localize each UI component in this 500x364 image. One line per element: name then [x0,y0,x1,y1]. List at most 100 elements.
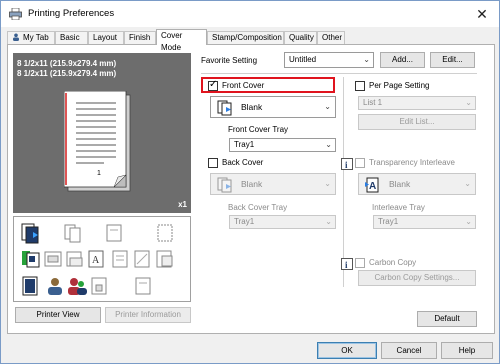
front-cover-type-value: Blank [241,102,263,112]
edit-list-button[interactable]: Edit List... [358,114,476,130]
info-icon: i [341,258,353,270]
carbon-copy-checkbox[interactable] [355,258,365,268]
tab-label: Layout [93,33,118,42]
document-text-icon [135,277,151,295]
add-favorite-button[interactable]: Add... [380,52,425,68]
back-cover-tray-value: Tray1 [234,217,255,226]
preview-size-line2: 8 1/2x11 (215.9x279.4 mm) [17,69,117,78]
interleave-tray-select[interactable]: Tray1 ⌄ [373,215,476,229]
printer-icon [9,8,22,20]
transparency-sheet-icon: A [365,177,379,193]
duplex-icon [64,224,81,243]
transparency-type-select[interactable]: A Blank ⌄ [358,173,476,195]
preview-page-number: 1 [97,170,101,177]
output-tray-icon [66,251,83,267]
front-cover-tray-label: Front Cover Tray [228,125,289,134]
tab-cover-mode[interactable]: Cover Mode [156,29,207,52]
favorite-setting-label: Favorite Setting [201,56,258,65]
front-cover-checkbox[interactable]: ✓ [208,79,218,91]
staple-icon [22,276,38,296]
page-preview: 8 1/2x11 (215.9x279.4 mm) 8 1/2x11 (215.… [13,53,191,213]
stapled-pages-icon [21,223,39,244]
svg-text:A: A [92,255,100,266]
per-page-list-value: List 1 [363,98,383,107]
user-auth-icon [48,278,62,295]
front-cover-label: Front Cover [222,81,265,90]
tab-label: My Tab [23,33,49,42]
printing-preferences-window: Printing Preferences ✕ My Tab Basic Layo… [0,0,500,364]
text-page-icon: A [88,250,104,268]
chevron-down-icon: ⌄ [325,140,332,149]
front-cover-type-select[interactable]: Blank ⌄ [210,96,336,118]
info-icon: i [341,158,353,170]
help-button[interactable]: Help [441,342,493,359]
chevron-down-icon: ⌄ [324,179,331,188]
tab-label: Finish [129,33,151,42]
chevron-down-icon: ⌄ [464,179,471,188]
printer-information-button[interactable]: Printer Information [105,307,191,323]
tab-quality[interactable]: Quality [284,31,317,44]
folded-page-icon [112,250,128,268]
favorite-setting-select[interactable]: Untitled ⌄ [284,52,374,68]
tab-label: Quality [289,33,314,42]
front-cover-tray-value: Tray1 [234,140,255,149]
back-cover-tray-select[interactable]: Tray1 ⌄ [229,215,336,229]
account-track-icon [68,278,87,295]
printer-status-icons: A [13,216,191,302]
tab-stamp-composition[interactable]: Stamp/Composition [207,31,284,44]
tab-label: Stamp/Composition [212,33,282,42]
favorite-setting-value: Untitled [289,55,317,64]
transparency-type-value: Blank [389,179,411,189]
tab-other[interactable]: Other [317,31,345,44]
blank-cover-icon [217,177,232,193]
preview-size-line1: 8 1/2x11 (215.9x279.4 mm) [17,59,117,68]
tab-my-tab[interactable]: My Tab [7,31,55,44]
chevron-down-icon: ⌄ [363,55,370,64]
tab-basic[interactable]: Basic [55,31,88,44]
per-page-setting-checkbox[interactable] [355,81,365,91]
carbon-copy-label: Carbon Copy [369,258,417,267]
watermark-icon [134,250,150,268]
per-page-list-select[interactable]: List 1 ⌄ [358,96,476,110]
transparency-interleave-label: Transparency Interleave [369,158,455,167]
per-page-setting-label: Per Page Setting [369,81,430,90]
front-cover-tray-select[interactable]: Tray1 ⌄ [229,138,336,152]
page-preview-icon [64,91,131,192]
close-icon[interactable]: ✕ [473,5,491,23]
person-icon [13,33,19,41]
back-cover-tray-label: Back Cover Tray [228,203,288,212]
back-cover-type-select[interactable]: Blank ⌄ [210,173,336,195]
stacked-output-icon [156,250,173,268]
chevron-down-icon: ⌄ [324,102,331,111]
carbon-copy-settings-button[interactable]: Carbon Copy Settings... [358,270,476,286]
edit-favorite-button[interactable]: Edit... [430,52,475,68]
interleave-tray-value: Tray1 [378,217,399,226]
booklet-icon [106,224,122,242]
cancel-button[interactable]: Cancel [381,342,437,359]
ok-button[interactable]: OK [317,342,377,359]
svg-text:A: A [369,181,376,192]
overlay-icon [157,224,173,242]
title-bar: Printing Preferences ✕ [1,1,499,27]
secure-print-icon [91,277,107,295]
chevron-down-icon: ⌄ [325,217,332,226]
blank-cover-icon [217,100,232,116]
back-cover-checkbox[interactable] [208,158,218,168]
back-cover-label: Back Cover [222,158,264,167]
chevron-down-icon: ⌄ [465,217,472,226]
default-button[interactable]: Default [417,311,477,327]
tab-finish[interactable]: Finish [124,31,156,44]
checkmark-icon: ✓ [209,79,218,90]
printer-view-button[interactable]: Printer View [15,307,101,323]
tab-label: Basic [60,33,80,42]
chevron-down-icon: ⌄ [465,98,472,107]
transparency-interleave-checkbox[interactable] [355,158,365,168]
window-title: Printing Preferences [28,8,115,19]
tab-label: Cover Mode [161,31,183,52]
back-cover-type-value: Blank [241,179,263,189]
preview-copies: x1 [178,200,187,209]
divider [343,77,344,287]
paper-tray-icon [44,251,62,267]
divider [201,73,477,74]
tab-layout[interactable]: Layout [88,31,124,44]
